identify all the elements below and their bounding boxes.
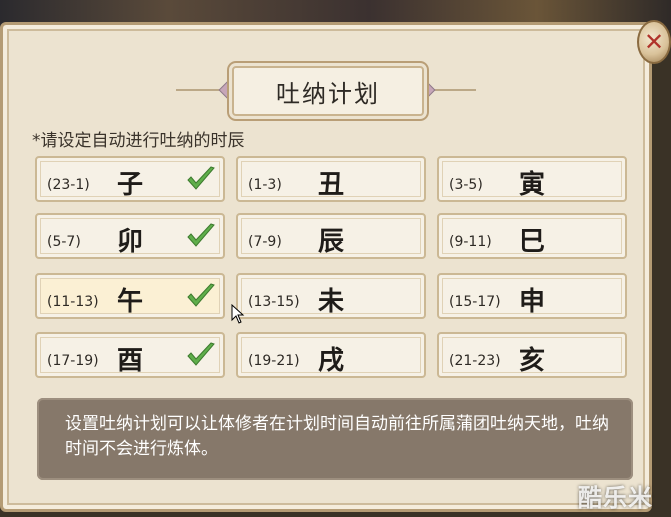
slot-branch: 未 [318, 287, 345, 317]
time-slot-grid: (23-1) 子 (1-3) 丑 (3-5) 寅 (5-7) 卯 (7-9) 辰… [35, 156, 630, 380]
slot-branch: 寅 [519, 170, 546, 200]
slot-branch: 亥 [519, 346, 546, 376]
time-slot-shen[interactable]: (15-17) 申 [437, 273, 627, 319]
time-slot-si[interactable]: (9-11) 巳 [437, 213, 627, 259]
mouse-cursor-icon [231, 304, 245, 324]
info-text: 设置吐纳计划可以让体修者在计划时间自动前往所属蒲团吐纳天地，吐纳时间不会进行炼体… [65, 414, 609, 459]
time-slot-xu[interactable]: (19-21) 戌 [236, 332, 426, 378]
watermark: 酷乐米 [578, 484, 653, 512]
slot-range: (5-7) [47, 234, 81, 250]
slot-range: (13-15) [248, 294, 300, 310]
checkmark-icon [187, 283, 215, 307]
slot-range: (11-13) [47, 294, 99, 310]
slot-branch: 午 [117, 287, 144, 317]
slot-range: (1-3) [248, 177, 282, 193]
slot-branch: 戌 [318, 346, 345, 376]
time-slot-mao[interactable]: (5-7) 卯 [35, 213, 225, 259]
time-slot-hai[interactable]: (21-23) 亥 [437, 332, 627, 378]
slot-branch: 丑 [318, 170, 345, 200]
slot-range: (9-11) [449, 234, 492, 250]
slot-branch: 巳 [519, 227, 546, 257]
slot-range: (3-5) [449, 177, 483, 193]
slot-range: (19-21) [248, 353, 300, 369]
slot-branch: 卯 [117, 227, 144, 257]
close-icon: ✕ [643, 28, 665, 56]
time-slot-zi[interactable]: (23-1) 子 [35, 156, 225, 202]
slot-range: (15-17) [449, 294, 501, 310]
time-slot-chou[interactable]: (1-3) 丑 [236, 156, 426, 202]
time-slot-wei[interactable]: (13-15) 未 [236, 273, 426, 319]
slot-range: (23-1) [47, 177, 90, 193]
slot-branch: 子 [117, 170, 144, 200]
slot-range: (21-23) [449, 353, 501, 369]
close-button[interactable]: ✕ [637, 20, 671, 64]
time-slot-chen[interactable]: (7-9) 辰 [236, 213, 426, 259]
time-slot-yin[interactable]: (3-5) 寅 [437, 156, 627, 202]
dialog-title: 吐纳计划 [232, 66, 424, 116]
checkmark-icon [187, 223, 215, 247]
slot-range: (7-9) [248, 234, 282, 250]
info-box: 设置吐纳计划可以让体修者在计划时间自动前往所属蒲团吐纳天地，吐纳时间不会进行炼体… [37, 398, 633, 480]
title-banner: 吐纳计划 [176, 62, 476, 118]
time-slot-you[interactable]: (17-19) 酉 [35, 332, 225, 378]
slot-branch: 申 [519, 287, 546, 317]
slot-range: (17-19) [47, 353, 99, 369]
checkmark-icon [187, 166, 215, 190]
checkmark-icon [187, 342, 215, 366]
time-slot-wu[interactable]: (11-13) 午 [35, 273, 225, 319]
instruction-text: *请设定自动进行吐纳的时辰 [32, 131, 245, 151]
slot-branch: 酉 [117, 346, 144, 376]
slot-branch: 辰 [318, 227, 345, 257]
